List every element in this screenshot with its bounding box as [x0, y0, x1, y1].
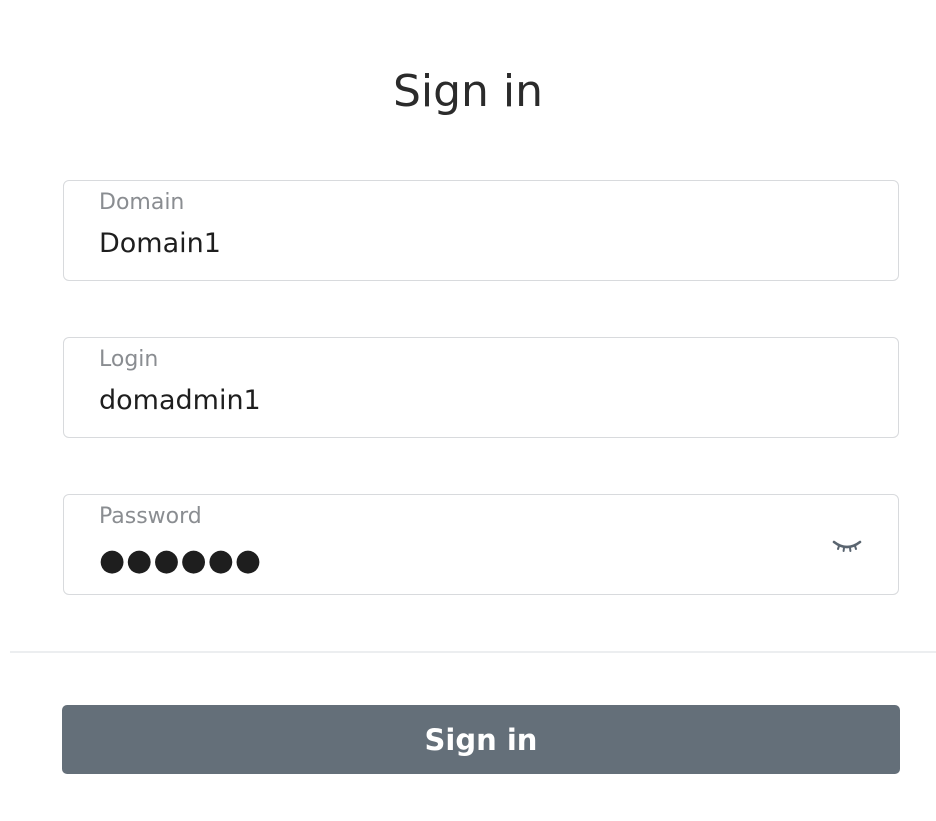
domain-field[interactable]: Domain — [63, 180, 899, 281]
login-field[interactable]: Login — [63, 337, 899, 438]
domain-input[interactable] — [99, 226, 819, 262]
domain-label: Domain — [99, 190, 185, 215]
eye-closed-icon[interactable] — [830, 535, 864, 555]
divider — [10, 651, 936, 653]
password-field[interactable]: Password — [63, 494, 899, 595]
page-title: Sign in — [392, 66, 544, 117]
sign-in-button[interactable]: Sign in — [62, 705, 900, 774]
login-label: Login — [99, 347, 159, 372]
login-input[interactable] — [99, 383, 819, 419]
password-input[interactable] — [99, 543, 819, 579]
password-label: Password — [99, 504, 202, 529]
sign-in-dialog: Sign in Domain Login Password Sign in — [0, 0, 936, 821]
